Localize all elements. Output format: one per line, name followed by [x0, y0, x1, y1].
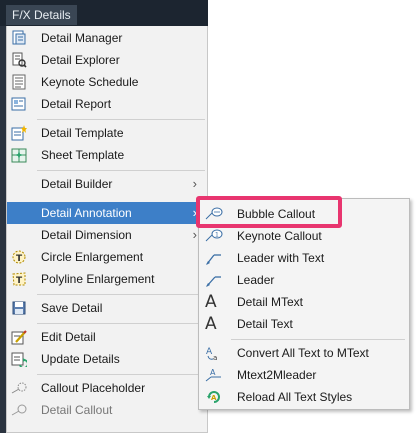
svg-text:A: A — [211, 394, 217, 402]
submenu-item-label: Keynote Callout — [237, 229, 322, 243]
menu-item-detail-template[interactable]: Detail Template — [7, 122, 207, 144]
menu-item-detail-report[interactable]: Detail Report — [7, 93, 207, 115]
chevron-right-icon: › — [192, 176, 197, 191]
submenu-item-bubble-callout[interactable]: Bubble Callout — [199, 203, 409, 225]
menu-item-label: Sheet Template — [41, 148, 125, 162]
menu-item-label: Detail Dimension — [41, 228, 132, 242]
reload-text-styles-icon: A — [207, 391, 220, 403]
polyline-enlargement-icon: T — [12, 272, 26, 286]
svg-text:A: A — [210, 368, 216, 377]
menu-item-label: Detail Callout — [41, 403, 113, 417]
detail-manager-icon — [12, 30, 26, 45]
save-detail-icon — [12, 301, 26, 315]
svg-text:T: T — [16, 276, 23, 286]
menu-item-label: Callout Placeholder — [41, 381, 146, 395]
keynote-schedule-icon — [12, 74, 26, 90]
menu-item-edit-detail[interactable]: Edit Detail — [7, 326, 207, 348]
submenu-divider — [231, 339, 405, 340]
menu-item-detail-builder[interactable]: Detail Builder › — [7, 173, 207, 195]
chevron-right-icon: › — [192, 227, 197, 242]
svg-text:T: T — [16, 254, 23, 264]
leader-with-text-icon — [206, 254, 221, 265]
submenu-item-label: Detail Text — [237, 317, 293, 331]
submenu-item-leader[interactable]: Leader — [199, 269, 409, 291]
detail-mtext-icon: A — [205, 292, 217, 312]
menu-divider — [37, 170, 205, 171]
menu-item-label: Detail Template — [41, 126, 124, 140]
menu-item-label: Detail Report — [41, 97, 112, 111]
menu-item-label: Polyline Enlargement — [41, 272, 155, 286]
submenu-item-leader-with-text[interactable]: Leader with Text — [199, 247, 409, 269]
menu-item-detail-manager[interactable]: Detail Manager — [7, 27, 207, 49]
menu-item-sheet-template[interactable]: Sheet Template — [7, 144, 207, 166]
submenu-item-keynote-callout[interactable]: 1 Keynote Callout — [199, 225, 409, 247]
submenu-item-label: Detail MText — [237, 295, 304, 309]
mtext2mleader-icon: A — [205, 368, 221, 382]
menu-item-label: Detail Annotation — [41, 206, 132, 220]
menubar: F/X Details — [0, 0, 208, 26]
detail-template-icon — [11, 125, 27, 141]
menu-item-detail-callout[interactable]: Detail Callout — [7, 399, 207, 421]
menu-divider — [37, 294, 205, 295]
menu-item-save-detail[interactable]: Save Detail — [7, 297, 207, 319]
detail-explorer-icon — [12, 52, 27, 68]
update-details-icon — [11, 352, 27, 367]
submenu-item-label: Leader — [237, 273, 275, 287]
background-area — [208, 0, 418, 196]
detail-callout-icon — [11, 404, 27, 416]
menu-item-label: Save Detail — [41, 301, 103, 315]
menu-divider — [37, 323, 205, 324]
menu-item-detail-dimension[interactable]: Detail Dimension › — [7, 224, 207, 246]
menu-item-label: Detail Explorer — [41, 53, 120, 67]
detail-report-icon — [11, 97, 26, 111]
menu-item-label: Update Details — [41, 352, 120, 366]
svg-text:1: 1 — [215, 232, 219, 239]
menu-item-update-details[interactable]: Update Details — [7, 348, 207, 370]
menu-title-fx-details[interactable]: F/X Details — [6, 5, 77, 25]
menu-item-label: Edit Detail — [41, 330, 96, 344]
submenu-item-label: Leader with Text — [237, 251, 325, 265]
svg-text:A: A — [206, 347, 213, 357]
menu-item-label: Detail Builder — [41, 177, 113, 191]
edit-detail-icon — [11, 330, 27, 345]
submenu-item-mtext2mleader[interactable]: A Mtext2Mleader — [199, 364, 409, 386]
callout-placeholder-icon — [11, 382, 27, 394]
menu-divider — [37, 119, 205, 120]
menu-item-detail-annotation[interactable]: Detail Annotation › — [7, 202, 207, 224]
menu-item-keynote-schedule[interactable]: Keynote Schedule — [7, 71, 207, 93]
submenu-item-label: Bubble Callout — [237, 207, 316, 221]
menu-item-detail-explorer[interactable]: Detail Explorer — [7, 49, 207, 71]
menu-item-callout-placeholder[interactable]: Callout Placeholder — [7, 377, 207, 399]
submenu-item-convert-all-text[interactable]: Aa Convert All Text to MText — [199, 342, 409, 364]
submenu-item-detail-text[interactable]: A Detail Text — [199, 313, 409, 335]
fx-details-menu: Detail Manager Detail Explorer Keynote S… — [6, 26, 208, 433]
submenu-item-reload-text-styles[interactable]: A Reload All Text Styles — [199, 386, 409, 408]
leader-icon — [206, 276, 221, 287]
menu-item-label: Circle Enlargement — [41, 250, 144, 264]
detail-annotation-submenu: Bubble Callout 1 Keynote Callout Leader … — [198, 198, 410, 410]
sheet-template-icon — [11, 148, 27, 163]
submenu-item-label: Convert All Text to MText — [237, 346, 369, 360]
submenu-item-label: Mtext2Mleader — [237, 368, 317, 382]
convert-text-icon: Aa — [206, 347, 217, 361]
chevron-right-icon: › — [192, 205, 197, 220]
menu-item-label: Detail Manager — [41, 31, 123, 45]
detail-text-icon: A — [205, 314, 217, 334]
svg-text:a: a — [213, 354, 217, 361]
bubble-callout-icon — [205, 207, 223, 220]
submenu-item-detail-mtext[interactable]: A Detail MText — [199, 291, 409, 313]
keynote-callout-icon: 1 — [205, 229, 223, 242]
menu-item-polyline-enlargement[interactable]: T Polyline Enlargement — [7, 268, 207, 290]
menu-item-label: Keynote Schedule — [41, 75, 139, 89]
circle-enlargement-icon: T — [12, 250, 26, 264]
submenu-item-label: Reload All Text Styles — [237, 390, 353, 404]
menu-divider — [37, 374, 205, 375]
menu-item-circle-enlargement[interactable]: T Circle Enlargement — [7, 246, 207, 268]
